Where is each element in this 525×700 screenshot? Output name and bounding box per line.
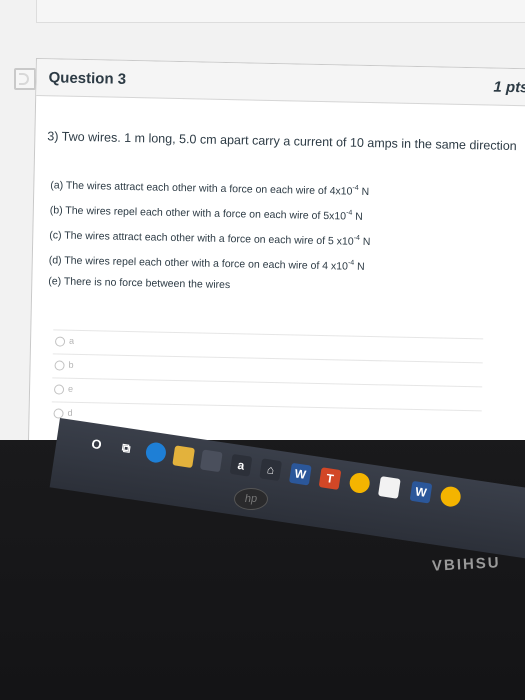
monitor-brand-text: VBIHSU <box>431 554 502 575</box>
answer-choices: a b e d <box>51 329 484 435</box>
choice-label: e <box>67 383 74 394</box>
file-explorer-icon[interactable] <box>172 445 196 469</box>
choice-label: b <box>68 359 74 370</box>
windows-taskbar: O ⧉ a ⌂ W T W <box>49 418 525 576</box>
photo-background: Question 3 1 pts 3) Two wires. 1 m long,… <box>0 0 525 700</box>
radio-button[interactable] <box>54 360 65 371</box>
word-icon[interactable]: W <box>288 462 312 486</box>
store-icon[interactable] <box>199 449 223 473</box>
choice-label: a <box>68 335 75 346</box>
task-view-icon[interactable]: ⧉ <box>115 437 138 460</box>
radio-button[interactable] <box>53 408 64 419</box>
home-icon[interactable]: ⌂ <box>259 458 283 482</box>
monitor-screen: Question 3 1 pts 3) Two wires. 1 m long,… <box>0 0 525 440</box>
edge-browser-icon[interactable] <box>144 441 168 464</box>
question-header: Question 3 1 pts <box>36 59 525 107</box>
question-text: 3) Two wires. 1 m long, 5.0 cm apart car… <box>47 129 517 154</box>
start-icon[interactable]: O <box>85 432 108 455</box>
previous-question-bar <box>36 0 525 23</box>
radio-button[interactable] <box>54 336 66 347</box>
flag-question-icon[interactable] <box>14 68 36 90</box>
question-card: Question 3 1 pts 3) Two wires. 1 m long,… <box>27 58 525 440</box>
answer-statements: (a) The wires attract each other with a … <box>48 169 372 301</box>
amazon-icon[interactable]: a <box>229 453 253 477</box>
radio-button[interactable] <box>53 384 65 395</box>
choice-label: d <box>67 407 73 418</box>
hp-logo: hp <box>234 488 268 510</box>
word-icon-2[interactable]: W <box>409 480 433 504</box>
powerpoint-icon[interactable]: T <box>318 467 342 490</box>
question-title: Question 3 <box>48 69 127 88</box>
chrome-icon[interactable] <box>348 471 372 495</box>
notepad-icon[interactable] <box>377 476 401 499</box>
question-points: 1 pts <box>493 78 525 97</box>
chrome-icon-2[interactable] <box>439 485 463 508</box>
